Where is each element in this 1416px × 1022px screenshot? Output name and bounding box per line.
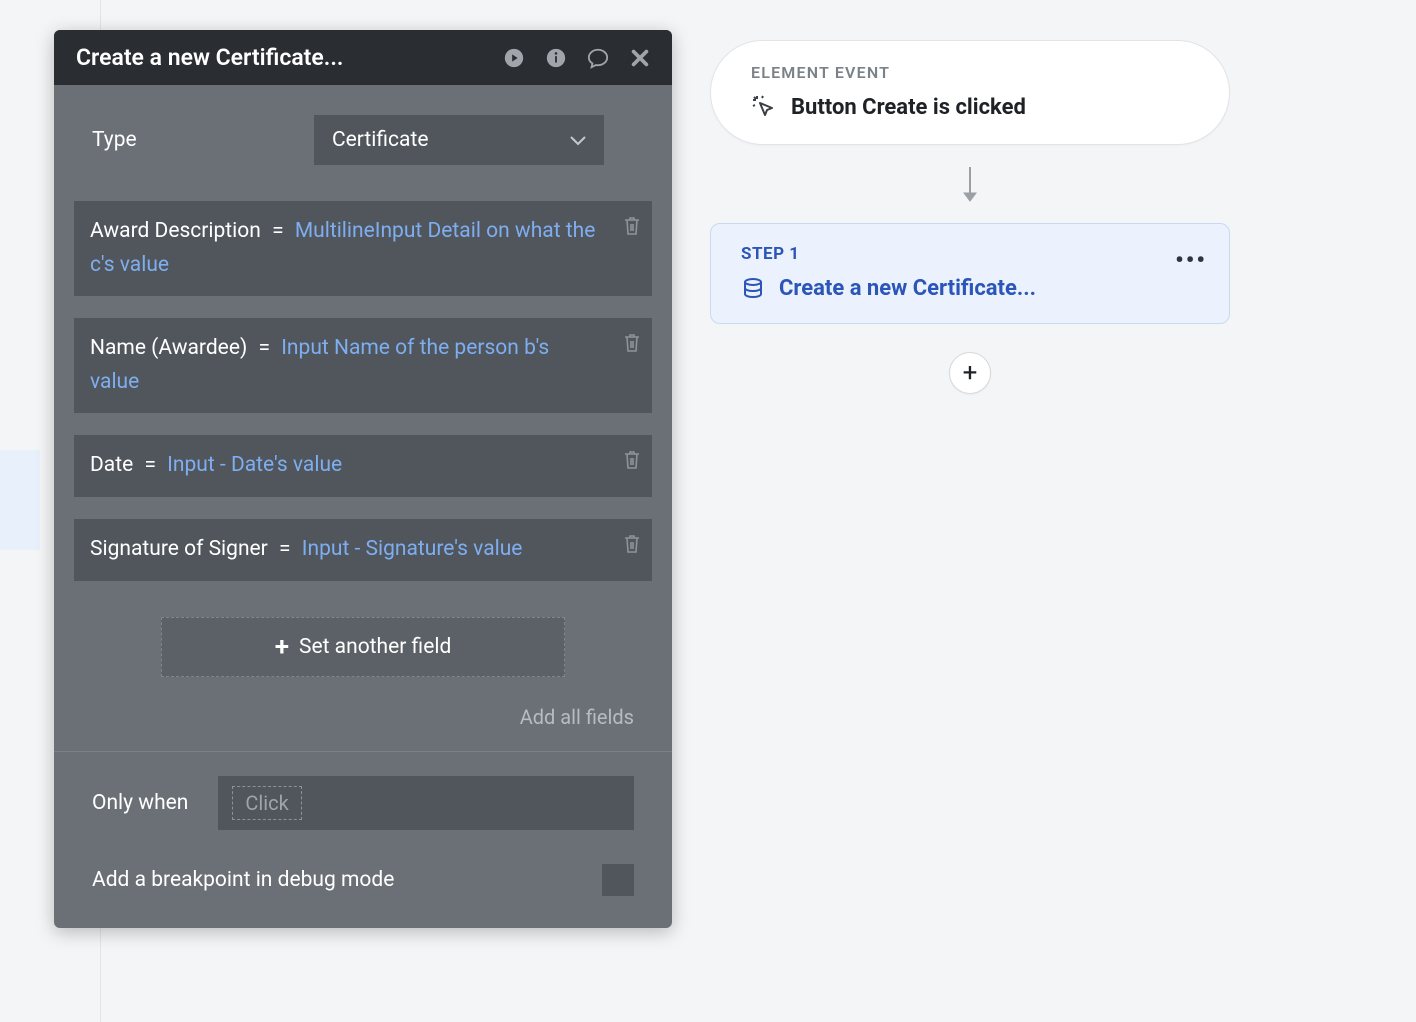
set-another-field-button[interactable]: + Set another field [161,617,565,677]
comment-icon[interactable] [586,46,610,70]
flow-arrow-down-icon [710,145,1230,223]
field-name: Signature of Signer [90,537,268,561]
field-name: Name (Awardee) [90,336,247,360]
equals-sign: = [273,537,302,561]
close-icon[interactable] [628,46,652,70]
only-when-placeholder: Click [232,786,301,820]
step-card[interactable]: STEP 1 ••• Create a new Certificate... [710,223,1230,324]
event-title: Button Create is clicked [791,95,1026,120]
equals-sign: = [266,219,295,243]
database-icon [741,277,765,301]
equals-sign: = [252,336,281,360]
trash-icon[interactable] [622,332,642,366]
action-property-panel: Create a new Certificate... Type Certifi… [54,30,672,928]
trash-icon[interactable] [622,449,642,483]
field-name: Award Description [90,219,261,243]
info-icon[interactable] [544,46,568,70]
plus-icon: + [963,358,978,388]
breakpoint-label: Add a breakpoint in debug mode [92,868,394,892]
field-expression[interactable]: Input - Date's value [167,453,342,477]
type-select-value: Certificate [332,128,428,152]
panel-title: Create a new Certificate... [76,44,343,71]
breakpoint-checkbox[interactable] [602,864,634,896]
add-step-row: + [710,324,1230,422]
plus-icon: + [275,634,289,660]
only-when-row: Only when Click [74,752,652,844]
canvas-selection-strip [0,450,40,550]
type-label: Type [74,128,314,152]
equals-sign: = [138,453,167,477]
add-all-fields-link[interactable]: Add all fields [74,695,652,751]
event-card[interactable]: ELEMENT EVENT Button Create is clicked [710,40,1230,145]
step-menu-icon[interactable]: ••• [1175,246,1207,274]
field-row[interactable]: Award Description = MultilineInput Detai… [74,201,652,296]
type-row: Type Certificate [74,115,652,165]
panel-header-actions [502,46,652,70]
field-row[interactable]: Signature of Signer = Input - Signature'… [74,519,652,581]
cursor-click-icon [751,94,777,120]
add-step-button[interactable]: + [949,352,991,394]
field-expression[interactable]: Input - Signature's value [302,537,523,561]
type-select[interactable]: Certificate [314,115,604,165]
play-icon[interactable] [502,46,526,70]
field-row[interactable]: Name (Awardee) = Input Name of the perso… [74,318,652,413]
workflow-column: ELEMENT EVENT Button Create is clicked S… [710,40,1230,422]
field-name: Date [90,453,133,477]
chevron-down-icon [570,128,586,152]
step-number-label: STEP 1 [741,244,1205,264]
trash-icon[interactable] [622,533,642,567]
set-another-label: Set another field [299,635,451,659]
step-title: Create a new Certificate... [779,276,1036,301]
panel-header: Create a new Certificate... [54,30,672,85]
event-type-label: ELEMENT EVENT [751,63,1195,82]
field-row[interactable]: Date = Input - Date's value [74,435,652,497]
trash-icon[interactable] [622,215,642,249]
panel-body: Type Certificate Award Description = Mul… [54,85,672,928]
only-when-label: Only when [92,791,188,815]
breakpoint-row: Add a breakpoint in debug mode [74,844,652,918]
only-when-expression-input[interactable]: Click [218,776,634,830]
